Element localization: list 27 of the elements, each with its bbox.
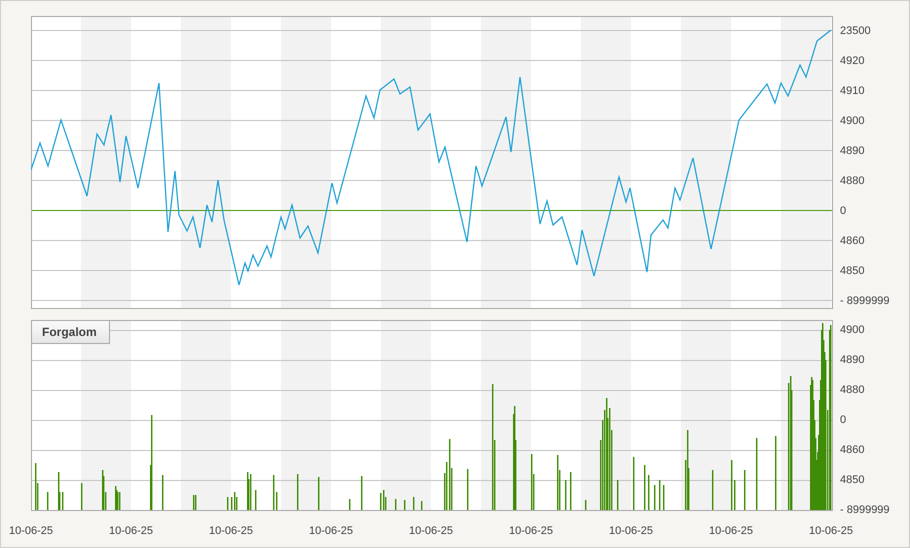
axis-label: 10-06-25 (308, 524, 354, 539)
axis-label: 10-06-25 (508, 524, 554, 539)
axis-label: 10-06-25 (208, 524, 254, 539)
axis-label: 4900 (840, 114, 864, 129)
axis-label: 4880 (840, 174, 864, 189)
axis-label: 10-06-25 (108, 524, 154, 539)
axis-label: 10-06-25 (808, 524, 854, 539)
axis-label: 4920 (840, 54, 864, 69)
axis-label: 10-06-25 (608, 524, 654, 539)
legend-label: Forgalom (31, 320, 110, 344)
axis-label: 4890 (840, 144, 864, 159)
axis-label: - 8999999 (840, 294, 890, 309)
axis-label: 4880 (840, 382, 864, 398)
axis-label: 4890 (840, 352, 864, 368)
axis-label: 23500 (840, 24, 871, 39)
axis-label: 4900 (840, 322, 864, 338)
axis-label: 0 (840, 412, 846, 428)
axis-label: - 8999999 (840, 502, 890, 518)
axis-label: 4850 (840, 264, 864, 279)
axis-label: 0 (840, 204, 846, 219)
axis-label: 4910 (840, 84, 864, 99)
axis-label: 4850 (840, 472, 864, 488)
axis-label: 10-06-25 (408, 524, 454, 539)
axis-label: 4860 (840, 234, 864, 249)
axis-label: 4860 (840, 442, 864, 458)
axis-label: 10-06-25 (8, 524, 54, 539)
axis-label: 10-06-25 (708, 524, 754, 539)
